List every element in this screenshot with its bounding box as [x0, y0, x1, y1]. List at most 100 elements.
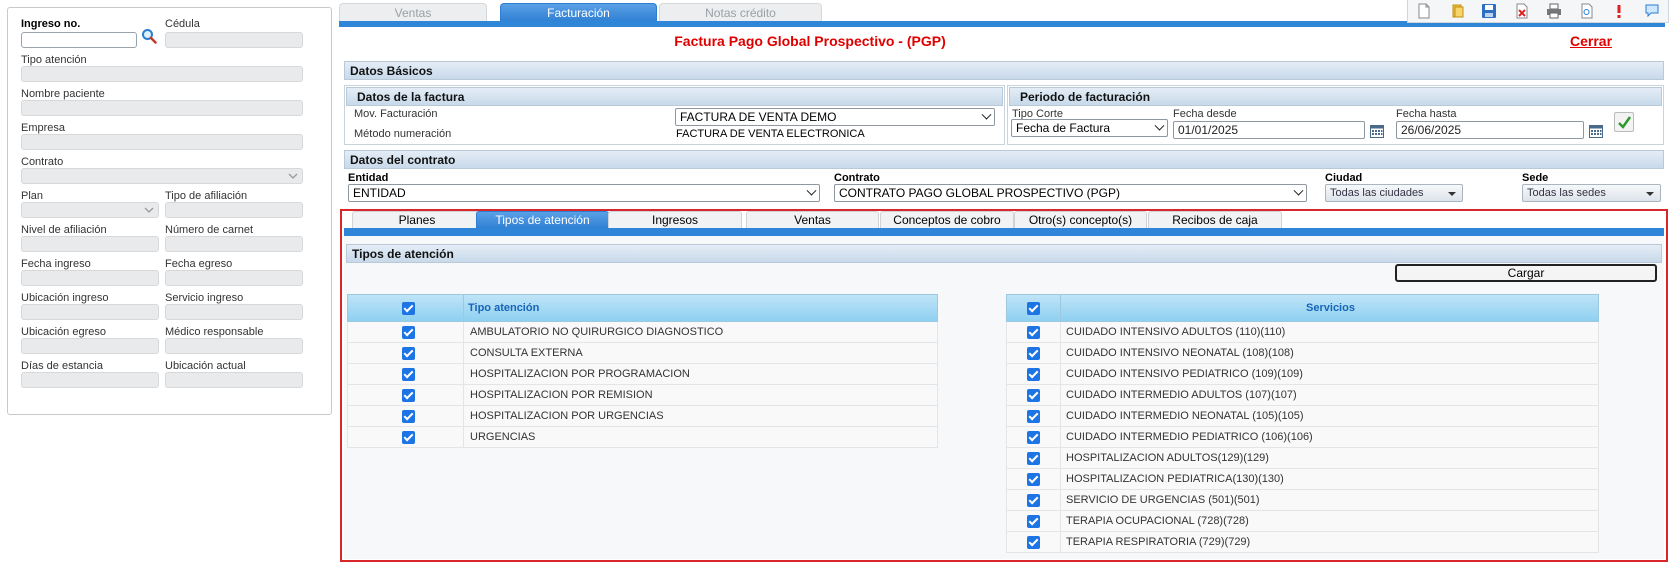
cargar-button[interactable]: Cargar: [1395, 264, 1657, 282]
ciudad-select[interactable]: Todas las ciudades: [1325, 184, 1463, 202]
tipo-atencion-label: Tipo atención: [21, 54, 87, 66]
servicio-cell: CUIDADO INTERMEDIO ADULTOS (107)(107): [1066, 389, 1297, 401]
servicio-row[interactable]: HOSPITALIZACION PEDIATRICA(130)(130): [1006, 469, 1599, 490]
search-icon[interactable]: [141, 28, 157, 44]
tipo-atencion-row[interactable]: URGENCIAS: [347, 427, 938, 448]
row-checkbox[interactable]: [1027, 515, 1040, 528]
nombre-paciente-field: [21, 100, 303, 116]
servicio-row[interactable]: CUIDADO INTERMEDIO ADULTOS (107)(107): [1006, 385, 1599, 406]
tab-ventas[interactable]: Ventas: [339, 3, 487, 22]
servicio-row[interactable]: CUIDADO INTERMEDIO PEDIATRICO (106)(106): [1006, 427, 1599, 448]
preview-icon[interactable]: [1578, 2, 1596, 20]
tipo-atencion-cell: HOSPITALIZACION POR URGENCIAS: [470, 410, 664, 422]
medico-responsable-label: Médico responsable: [165, 326, 264, 338]
servicio-row[interactable]: TERAPIA OCUPACIONAL (728)(728): [1006, 511, 1599, 532]
sede-label: Sede: [1522, 172, 1549, 184]
row-checkbox[interactable]: [402, 431, 415, 444]
row-check-cell: [1007, 427, 1061, 447]
open-folder-icon[interactable]: [1448, 2, 1466, 20]
servicio-cell: CUIDADO INTENSIVO ADULTOS (110)(110): [1066, 326, 1286, 338]
toolbar: [1407, 0, 1669, 23]
calendar-icon[interactable]: [1589, 124, 1603, 138]
fecha-hasta-label: Fecha hasta: [1396, 108, 1457, 120]
datos-basicos-header: Datos Básicos: [344, 61, 1664, 80]
subtab-otros-conceptos[interactable]: Otro(s) concepto(s): [1014, 211, 1147, 229]
row-checkbox[interactable]: [1027, 536, 1040, 549]
servicio-cell: CUIDADO INTERMEDIO NEONATAL (105)(105): [1066, 410, 1304, 422]
entidad-select[interactable]: ENTIDAD: [348, 184, 820, 202]
row-checkbox[interactable]: [1027, 326, 1040, 339]
save-icon[interactable]: [1480, 2, 1498, 20]
tipo-atencion-row[interactable]: CONSULTA EXTERNA: [347, 343, 938, 364]
tipo-atencion-row[interactable]: HOSPITALIZACION POR PROGRAMACION: [347, 364, 938, 385]
row-checkbox[interactable]: [1027, 473, 1040, 486]
row-checkbox[interactable]: [402, 368, 415, 381]
delete-icon[interactable]: [1513, 2, 1531, 20]
row-check-cell: [1007, 532, 1061, 552]
tab-notas-credito[interactable]: Notas crédito: [659, 3, 822, 22]
tipo-atencion-cell: URGENCIAS: [470, 431, 536, 443]
mov-facturacion-label: Mov. Facturación: [354, 108, 438, 120]
fecha-desde-input[interactable]: 01/01/2025: [1173, 121, 1365, 139]
numero-carnet-label: Número de carnet: [165, 224, 254, 236]
row-checkbox[interactable]: [1027, 368, 1040, 381]
row-check-cell: [1007, 385, 1061, 405]
servicio-cell: HOSPITALIZACION PEDIATRICA(130)(130): [1066, 473, 1284, 485]
subtab-planes[interactable]: Planes: [352, 211, 482, 229]
mov-facturacion-select[interactable]: FACTURA DE VENTA DEMO: [675, 108, 995, 126]
sede-select[interactable]: Todas las sedes: [1522, 184, 1661, 202]
ingreso-input[interactable]: [21, 32, 137, 48]
tipo-atencion-row[interactable]: HOSPITALIZACION POR REMISION: [347, 385, 938, 406]
tipo-atencion-cell: CONSULTA EXTERNA: [470, 347, 583, 359]
close-link[interactable]: Cerrar: [1570, 33, 1612, 49]
chevron-down-icon: [144, 207, 154, 213]
subtab-tipos-atencion[interactable]: Tipos de atención: [476, 211, 609, 229]
fecha-hasta-input[interactable]: 26/06/2025: [1396, 121, 1584, 139]
header-check-cell: [348, 295, 464, 321]
tipo-atencion-cell: HOSPITALIZACION POR REMISION: [470, 389, 653, 401]
print-icon[interactable]: [1545, 2, 1563, 20]
subtab-recibos-caja[interactable]: Recibos de caja: [1148, 211, 1282, 229]
row-checkbox[interactable]: [1027, 452, 1040, 465]
servicio-row[interactable]: CUIDADO INTENSIVO PEDIATRICO (109)(109): [1006, 364, 1599, 385]
servicio-row[interactable]: HOSPITALIZACION ADULTOS(129)(129): [1006, 448, 1599, 469]
row-checkbox[interactable]: [1027, 494, 1040, 507]
servicio-row[interactable]: CUIDADO INTENSIVO NEONATAL (108)(108): [1006, 343, 1599, 364]
row-checkbox[interactable]: [402, 326, 415, 339]
subtab-ventas[interactable]: Ventas: [746, 211, 879, 229]
contrato-select[interactable]: CONTRATO PAGO GLOBAL PROSPECTIVO (PGP): [834, 184, 1307, 202]
mov-facturacion-value: FACTURA DE VENTA DEMO: [680, 110, 837, 124]
new-document-icon[interactable]: [1415, 2, 1433, 20]
select-all-checkbox[interactable]: [402, 302, 415, 315]
apply-period-button[interactable]: [1614, 112, 1634, 132]
tipo-atencion-row[interactable]: HOSPITALIZACION POR URGENCIAS: [347, 406, 938, 427]
tipos-atencion-header: Tipos de atención: [346, 244, 1662, 263]
row-check-cell: [348, 406, 464, 426]
servicio-cell: SERVICIO DE URGENCIAS (501)(501): [1066, 494, 1260, 506]
row-checkbox[interactable]: [402, 389, 415, 402]
ubicacion-ingreso-label: Ubicación ingreso: [21, 292, 109, 304]
row-checkbox[interactable]: [1027, 431, 1040, 444]
subtab-ingresos[interactable]: Ingresos: [608, 211, 742, 229]
row-check-cell: [348, 364, 464, 384]
servicio-row[interactable]: SERVICIO DE URGENCIAS (501)(501): [1006, 490, 1599, 511]
row-checkbox[interactable]: [402, 347, 415, 360]
row-checkbox[interactable]: [1027, 347, 1040, 360]
subtab-conceptos-cobro[interactable]: Conceptos de cobro: [880, 211, 1014, 229]
help-chat-icon[interactable]: [1643, 2, 1661, 20]
row-checkbox[interactable]: [402, 410, 415, 423]
servicio-row[interactable]: CUIDADO INTERMEDIO NEONATAL (105)(105): [1006, 406, 1599, 427]
tab-facturacion[interactable]: Facturación: [500, 3, 657, 22]
servicio-row[interactable]: CUIDADO INTENSIVO ADULTOS (110)(110): [1006, 322, 1599, 343]
numero-carnet-field: [165, 236, 303, 252]
tipo-corte-select[interactable]: Fecha de Factura: [1011, 119, 1168, 137]
nivel-afiliacion-label: Nivel de afiliación: [21, 224, 107, 236]
servicio-row[interactable]: TERAPIA RESPIRATORIA (729)(729): [1006, 532, 1599, 553]
page-title: Factura Pago Global Prospectivo - (PGP): [674, 33, 946, 49]
row-checkbox[interactable]: [1027, 410, 1040, 423]
row-check-cell: [1007, 364, 1061, 384]
row-checkbox[interactable]: [1027, 389, 1040, 402]
alert-icon[interactable]: [1610, 2, 1628, 20]
calendar-icon[interactable]: [1370, 124, 1384, 138]
tipo-atencion-row[interactable]: AMBULATORIO NO QUIRURGICO DIAGNOSTICO: [347, 322, 938, 343]
